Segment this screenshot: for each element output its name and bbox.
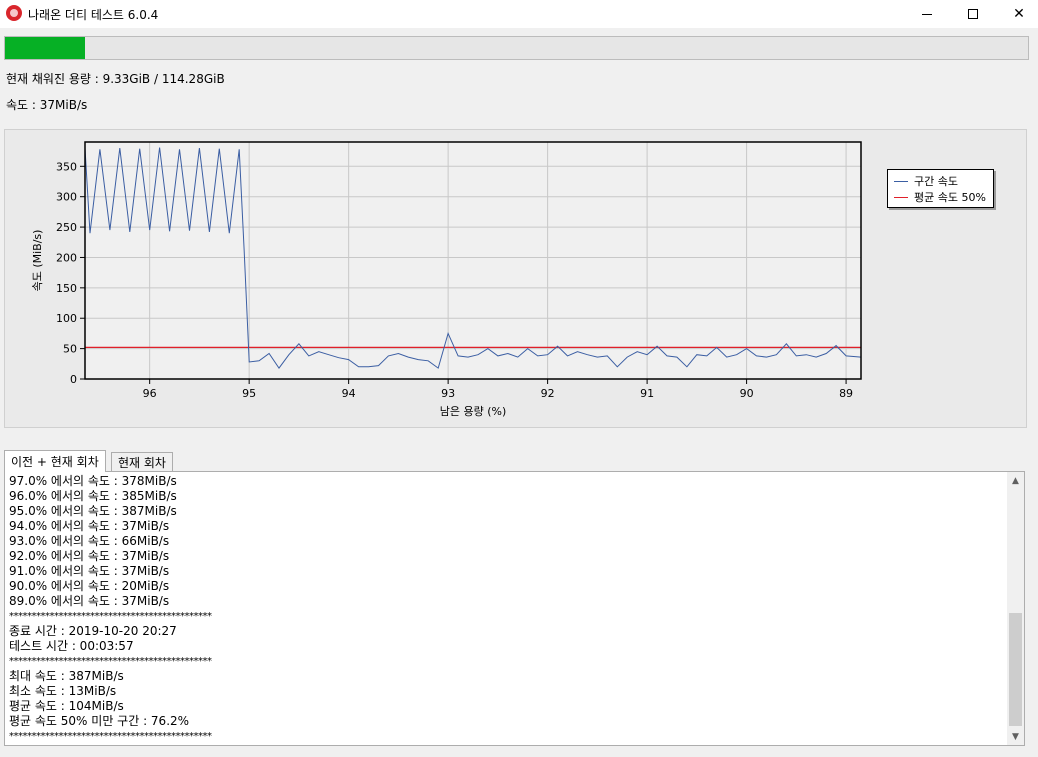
scroll-up-button[interactable]: ▲	[1007, 472, 1024, 489]
x-tick-label: 91	[640, 387, 654, 400]
x-tick-label: 94	[342, 387, 356, 400]
title-bar: 나래온 더티 테스트 6.0.4 ✕	[0, 0, 1038, 28]
scroll-down-button[interactable]: ▼	[1007, 728, 1024, 745]
chart-legend: 구간 속도 평균 속도 50%	[887, 169, 994, 208]
chart-panel: 96 95 94 93 92 91 90 89 0 50 100 150 200 250 300 350 남은 …	[4, 129, 1027, 428]
x-axis-label: 남은 용량 (%)	[440, 405, 507, 418]
chevron-up-icon: ▲	[1012, 475, 1019, 486]
x-tick-label: 89	[839, 387, 853, 400]
log-speed-line: 91.0% 에서의 속도 : 37MiB/s	[9, 564, 170, 578]
log-speed-line: 89.0% 에서의 속도 : 37MiB/s	[9, 594, 170, 608]
maximize-icon	[968, 9, 978, 19]
x-tick-label: 95	[242, 387, 256, 400]
close-icon: ✕	[1013, 6, 1025, 22]
y-tick-label: 150	[56, 282, 77, 295]
y-tick-label: 100	[56, 312, 77, 325]
filled-capacity-text: 현재 채워진 용량 : 9.33GiB / 114.28GiB	[6, 72, 225, 86]
tab-previous-and-current[interactable]: 이전 + 현재 회차	[4, 450, 106, 472]
legend-swatch	[894, 180, 908, 182]
log-separator: ****************************************…	[9, 731, 212, 742]
log-stat-line: 최대 속도 : 387MiB/s	[9, 669, 124, 683]
y-tick-label: 250	[56, 221, 77, 234]
log-stat-line: 평균 속도 50% 미만 구간 : 76.2%	[9, 714, 190, 728]
log-speed-line: 97.0% 에서의 속도 : 378MiB/s	[9, 474, 177, 488]
log-speed-line: 93.0% 에서의 속도 : 66MiB/s	[9, 534, 170, 548]
log-end-time: 종료 시간 : 2019-10-20 20:27	[9, 624, 177, 638]
scroll-thumb[interactable]	[1009, 613, 1022, 726]
x-tick-label: 90	[740, 387, 754, 400]
y-axis-label: 속도 (MiB/s)	[31, 230, 44, 292]
log-speed-line: 94.0% 에서의 속도 : 37MiB/s	[9, 519, 170, 533]
legend-label: 구간 속도	[914, 175, 958, 188]
log-speed-line: 92.0% 에서의 속도 : 37MiB/s	[9, 549, 170, 563]
y-tick-label: 200	[56, 251, 77, 264]
plot-area	[85, 142, 861, 379]
window-title: 나래온 더티 테스트 6.0.4	[28, 8, 159, 22]
log-separator: ****************************************…	[9, 611, 212, 622]
y-tick-label: 300	[56, 191, 77, 204]
minimize-button[interactable]	[904, 0, 950, 28]
progress-bar	[4, 36, 1029, 60]
minimize-icon	[922, 13, 932, 15]
app-logo-icon	[6, 5, 22, 21]
legend-item-average-50: 평균 속도 50%	[894, 189, 986, 205]
log-speed-line: 90.0% 에서의 속도 : 20MiB/s	[9, 579, 170, 593]
log-scrollbar[interactable]: ▲ ▼	[1007, 472, 1024, 745]
log-stat-line: 평균 속도 : 104MiB/s	[9, 699, 124, 713]
close-button[interactable]: ✕	[996, 0, 1038, 28]
y-tick-label: 0	[70, 373, 77, 386]
progress-fill	[5, 37, 86, 59]
chevron-down-icon: ▼	[1012, 731, 1019, 742]
x-tick-label: 96	[143, 387, 157, 400]
log-test-time: 테스트 시간 : 00:03:57	[9, 639, 134, 653]
log-stat-line: 최소 속도 : 13MiB/s	[9, 684, 117, 698]
speed-chart: 96 95 94 93 92 91 90 89 0 50 100 150 200 250 300 350 남은 …	[31, 141, 862, 418]
log-separator: ****************************************…	[9, 656, 212, 667]
tab-current[interactable]: 현재 회차	[111, 452, 173, 472]
log-content: 97.0% 에서의 속도 : 378MiB/s 96.0% 에서의 속도 : 3…	[9, 474, 1004, 744]
speed-text: 속도 : 37MiB/s	[6, 98, 88, 112]
log-speed-line: 95.0% 에서의 속도 : 387MiB/s	[9, 504, 177, 518]
x-tick-label: 93	[441, 387, 455, 400]
result-log[interactable]: 97.0% 에서의 속도 : 378MiB/s 96.0% 에서의 속도 : 3…	[4, 471, 1025, 746]
legend-swatch	[894, 196, 908, 198]
maximize-button[interactable]	[950, 0, 996, 28]
legend-label: 평균 속도 50%	[914, 191, 986, 204]
x-tick-label: 92	[541, 387, 555, 400]
y-tick-label: 50	[63, 343, 77, 356]
log-speed-line: 96.0% 에서의 속도 : 385MiB/s	[9, 489, 177, 503]
legend-item-interval-speed: 구간 속도	[894, 173, 958, 189]
y-tick-label: 350	[56, 160, 77, 173]
